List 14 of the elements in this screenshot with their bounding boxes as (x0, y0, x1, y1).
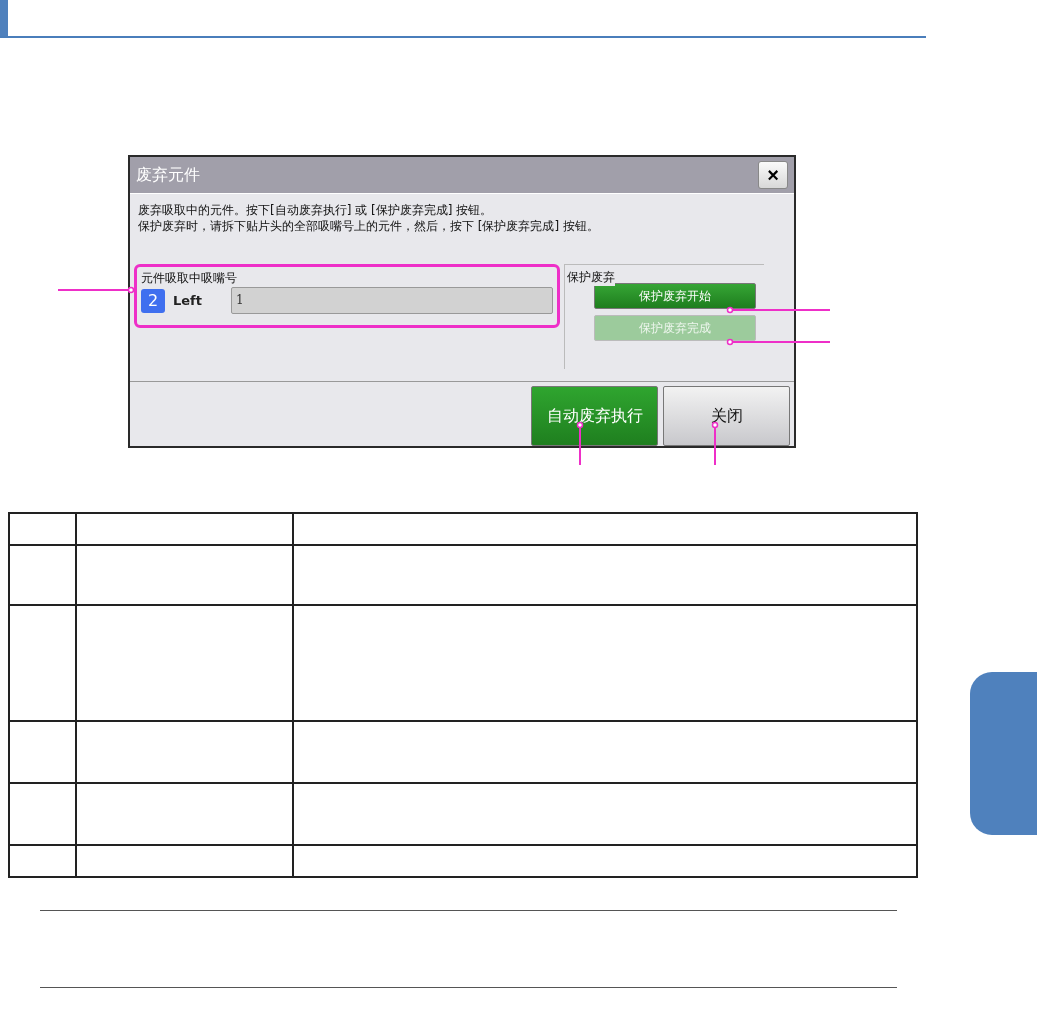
group-label: 保护废弃 (567, 269, 615, 286)
message-text: 废弃吸取中的元件。按下[自动废弃执行] 或 [保护废弃完成] 按钮。 (137, 202, 494, 218)
protect-button[interactable]: 保护废弃开始 (593, 283, 756, 309)
leader-line (576, 421, 584, 466)
close-button[interactable]: × (758, 161, 788, 189)
side-label: Left (173, 293, 203, 308)
nozzle-number-badge: 2 (141, 288, 165, 313)
window-title: 废弃元件 (136, 164, 200, 186)
leader-line (711, 421, 719, 466)
execute-button[interactable]: 自动废弃执行 (531, 386, 658, 446)
message-text: 保护废弃时，请拆下贴片头的全部吸嘴号上的元件，然后，按下 [保护废弃完成] 按钮。 (137, 218, 600, 234)
input-field: 1 (231, 287, 553, 314)
close-button[interactable]: 关闭 (663, 386, 790, 446)
group-label: 元件吸取中吸嘴号 (141, 270, 238, 287)
